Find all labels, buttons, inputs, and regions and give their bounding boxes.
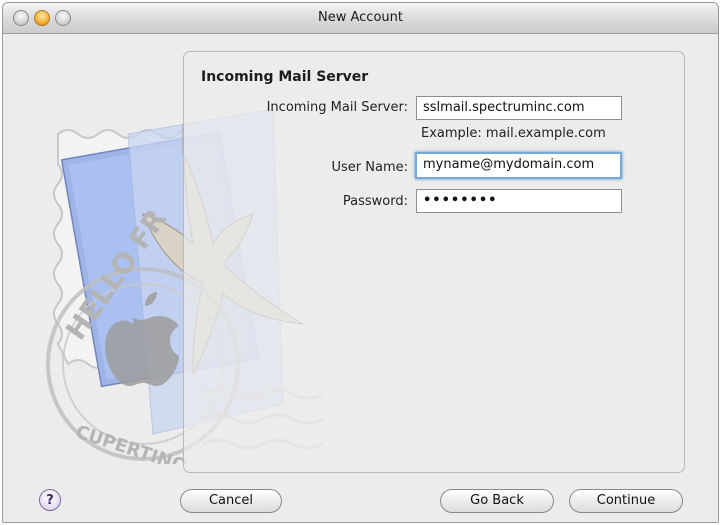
incoming-server-input[interactable]: sslmail.spectruminc.com xyxy=(416,96,622,120)
help-icon[interactable]: ? xyxy=(39,489,61,511)
window-content: HELLO FR CUPERTINO CA Incoming Mail Serv… xyxy=(3,34,718,522)
incoming-server-label: Incoming Mail Server: xyxy=(266,100,408,115)
username-input[interactable]: myname@mydomain.com xyxy=(415,152,622,179)
window-title: New Account xyxy=(318,10,403,25)
go-back-button[interactable]: Go Back xyxy=(440,489,554,513)
password-input[interactable]: •••••••• xyxy=(416,189,622,213)
section-title: Incoming Mail Server xyxy=(201,69,369,85)
new-account-window: New Account HELLO FR CUPERTINO CA Incomi… xyxy=(2,2,719,523)
password-label: Password: xyxy=(342,194,408,209)
cancel-button[interactable]: Cancel xyxy=(180,489,282,513)
username-label: User Name: xyxy=(331,160,409,175)
continue-button[interactable]: Continue xyxy=(569,489,683,513)
incoming-server-hint: Example: mail.example.com xyxy=(421,126,606,141)
title-bar[interactable]: New Account xyxy=(3,3,718,34)
